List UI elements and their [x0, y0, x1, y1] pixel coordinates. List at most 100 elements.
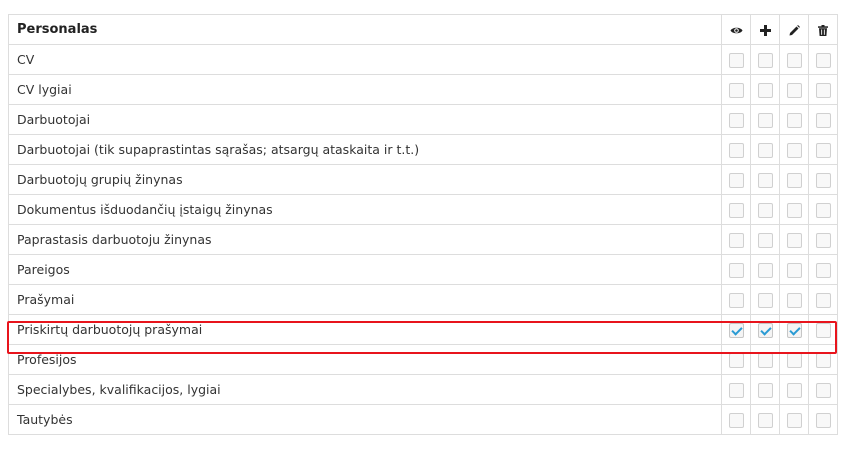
delete-permission-checkbox[interactable] — [815, 203, 831, 218]
delete-permission-checkbox[interactable] — [815, 323, 831, 338]
view-permission-checkbox[interactable] — [728, 413, 744, 428]
edit-permission-checkbox[interactable] — [786, 233, 802, 248]
row-label: Priskirtų darbuotojų prašymai — [8, 314, 722, 345]
edit-permission-cell — [779, 404, 809, 435]
edit-permission-cell — [779, 284, 809, 315]
edit-permission-cell — [779, 104, 809, 135]
delete-permission-checkbox[interactable] — [815, 383, 831, 398]
create-permission-checkbox[interactable] — [757, 83, 773, 98]
delete-permission-checkbox[interactable] — [815, 143, 831, 158]
create-permission-checkbox[interactable] — [757, 173, 773, 188]
delete-permission-checkbox[interactable] — [815, 293, 831, 308]
table-row: Darbuotojai (tik supaprastintas sąrašas;… — [8, 134, 838, 165]
delete-permission-cell — [808, 194, 838, 225]
create-permission-checkbox[interactable] — [757, 263, 773, 278]
view-permission-checkbox[interactable] — [728, 173, 744, 188]
edit-permission-checkbox[interactable] — [786, 203, 802, 218]
delete-permission-checkbox[interactable] — [815, 83, 831, 98]
create-permission-cell — [750, 134, 780, 165]
view-permission-checkbox[interactable] — [728, 353, 744, 368]
create-permission-checkbox[interactable] — [757, 53, 773, 68]
edit-permission-cell — [779, 134, 809, 165]
edit-permission-cell — [779, 374, 809, 405]
view-permission-checkbox[interactable] — [728, 113, 744, 128]
delete-permission-header — [808, 14, 838, 45]
edit-permission-checkbox[interactable] — [786, 383, 802, 398]
table-row: Priskirtų darbuotojų prašymai — [8, 314, 838, 345]
section-title: Personalas — [8, 14, 722, 45]
create-permission-cell — [750, 44, 780, 75]
create-permission-checkbox[interactable] — [757, 383, 773, 398]
delete-permission-checkbox[interactable] — [815, 113, 831, 128]
create-permission-checkbox[interactable] — [757, 203, 773, 218]
view-permission-cell — [721, 284, 751, 315]
edit-permission-cell — [779, 44, 809, 75]
delete-permission-checkbox[interactable] — [815, 413, 831, 428]
create-permission-checkbox[interactable] — [757, 323, 773, 338]
create-permission-checkbox[interactable] — [757, 233, 773, 248]
create-permission-cell — [750, 344, 780, 375]
delete-permission-checkbox[interactable] — [815, 53, 831, 68]
table-row: Dokumentus išduodančių įstaigų žinynas — [8, 194, 838, 225]
view-permission-checkbox[interactable] — [728, 83, 744, 98]
view-permission-checkbox[interactable] — [728, 323, 744, 338]
create-permission-checkbox[interactable] — [757, 113, 773, 128]
view-permission-cell — [721, 104, 751, 135]
table-row: Prašymai — [8, 284, 838, 315]
view-permission-checkbox[interactable] — [728, 263, 744, 278]
row-label: CV — [8, 44, 722, 75]
delete-permission-checkbox[interactable] — [815, 353, 831, 368]
create-permission-checkbox[interactable] — [757, 293, 773, 308]
view-permission-checkbox[interactable] — [728, 293, 744, 308]
delete-permission-checkbox[interactable] — [815, 233, 831, 248]
view-permission-cell — [721, 74, 751, 105]
create-permission-checkbox[interactable] — [757, 353, 773, 368]
delete-permission-cell — [808, 344, 838, 375]
edit-permission-checkbox[interactable] — [786, 263, 802, 278]
edit-permission-cell — [779, 194, 809, 225]
view-permission-checkbox[interactable] — [728, 53, 744, 68]
delete-permission-checkbox[interactable] — [815, 173, 831, 188]
edit-permission-checkbox[interactable] — [786, 113, 802, 128]
view-permission-cell — [721, 314, 751, 345]
create-permission-cell — [750, 374, 780, 405]
create-permission-cell — [750, 254, 780, 285]
view-permission-cell — [721, 224, 751, 255]
view-permission-cell — [721, 254, 751, 285]
edit-permission-checkbox[interactable] — [786, 353, 802, 368]
edit-permission-checkbox[interactable] — [786, 413, 802, 428]
view-permission-cell — [721, 44, 751, 75]
create-permission-cell — [750, 74, 780, 105]
table-row: Darbuotojai — [8, 104, 838, 135]
row-label: Specialybes, kvalifikacijos, lygiai — [8, 374, 722, 405]
delete-permission-checkbox[interactable] — [815, 263, 831, 278]
create-permission-header — [750, 14, 780, 45]
row-label: Pareigos — [8, 254, 722, 285]
view-permission-cell — [721, 194, 751, 225]
edit-permission-cell — [779, 224, 809, 255]
edit-permission-checkbox[interactable] — [786, 53, 802, 68]
delete-permission-cell — [808, 164, 838, 195]
view-permission-checkbox[interactable] — [728, 383, 744, 398]
delete-permission-cell — [808, 104, 838, 135]
create-permission-checkbox[interactable] — [757, 413, 773, 428]
view-permission-checkbox[interactable] — [728, 233, 744, 248]
view-permission-checkbox[interactable] — [728, 143, 744, 158]
edit-permission-checkbox[interactable] — [786, 323, 802, 338]
table-row: Paprastasis darbuotoju žinynas — [8, 224, 838, 255]
plus-icon — [759, 25, 771, 36]
create-permission-checkbox[interactable] — [757, 143, 773, 158]
edit-permission-checkbox[interactable] — [786, 143, 802, 158]
row-label: Profesijos — [8, 344, 722, 375]
edit-permission-checkbox[interactable] — [786, 293, 802, 308]
view-permission-cell — [721, 344, 751, 375]
table-row: Pareigos — [8, 254, 838, 285]
row-label: Darbuotojai (tik supaprastintas sąrašas;… — [8, 134, 722, 165]
edit-permission-checkbox[interactable] — [786, 173, 802, 188]
table-row: CV lygiai — [8, 74, 838, 105]
view-permission-checkbox[interactable] — [728, 203, 744, 218]
edit-permission-checkbox[interactable] — [786, 83, 802, 98]
view-permission-cell — [721, 374, 751, 405]
view-permission-cell — [721, 134, 751, 165]
create-permission-cell — [750, 224, 780, 255]
